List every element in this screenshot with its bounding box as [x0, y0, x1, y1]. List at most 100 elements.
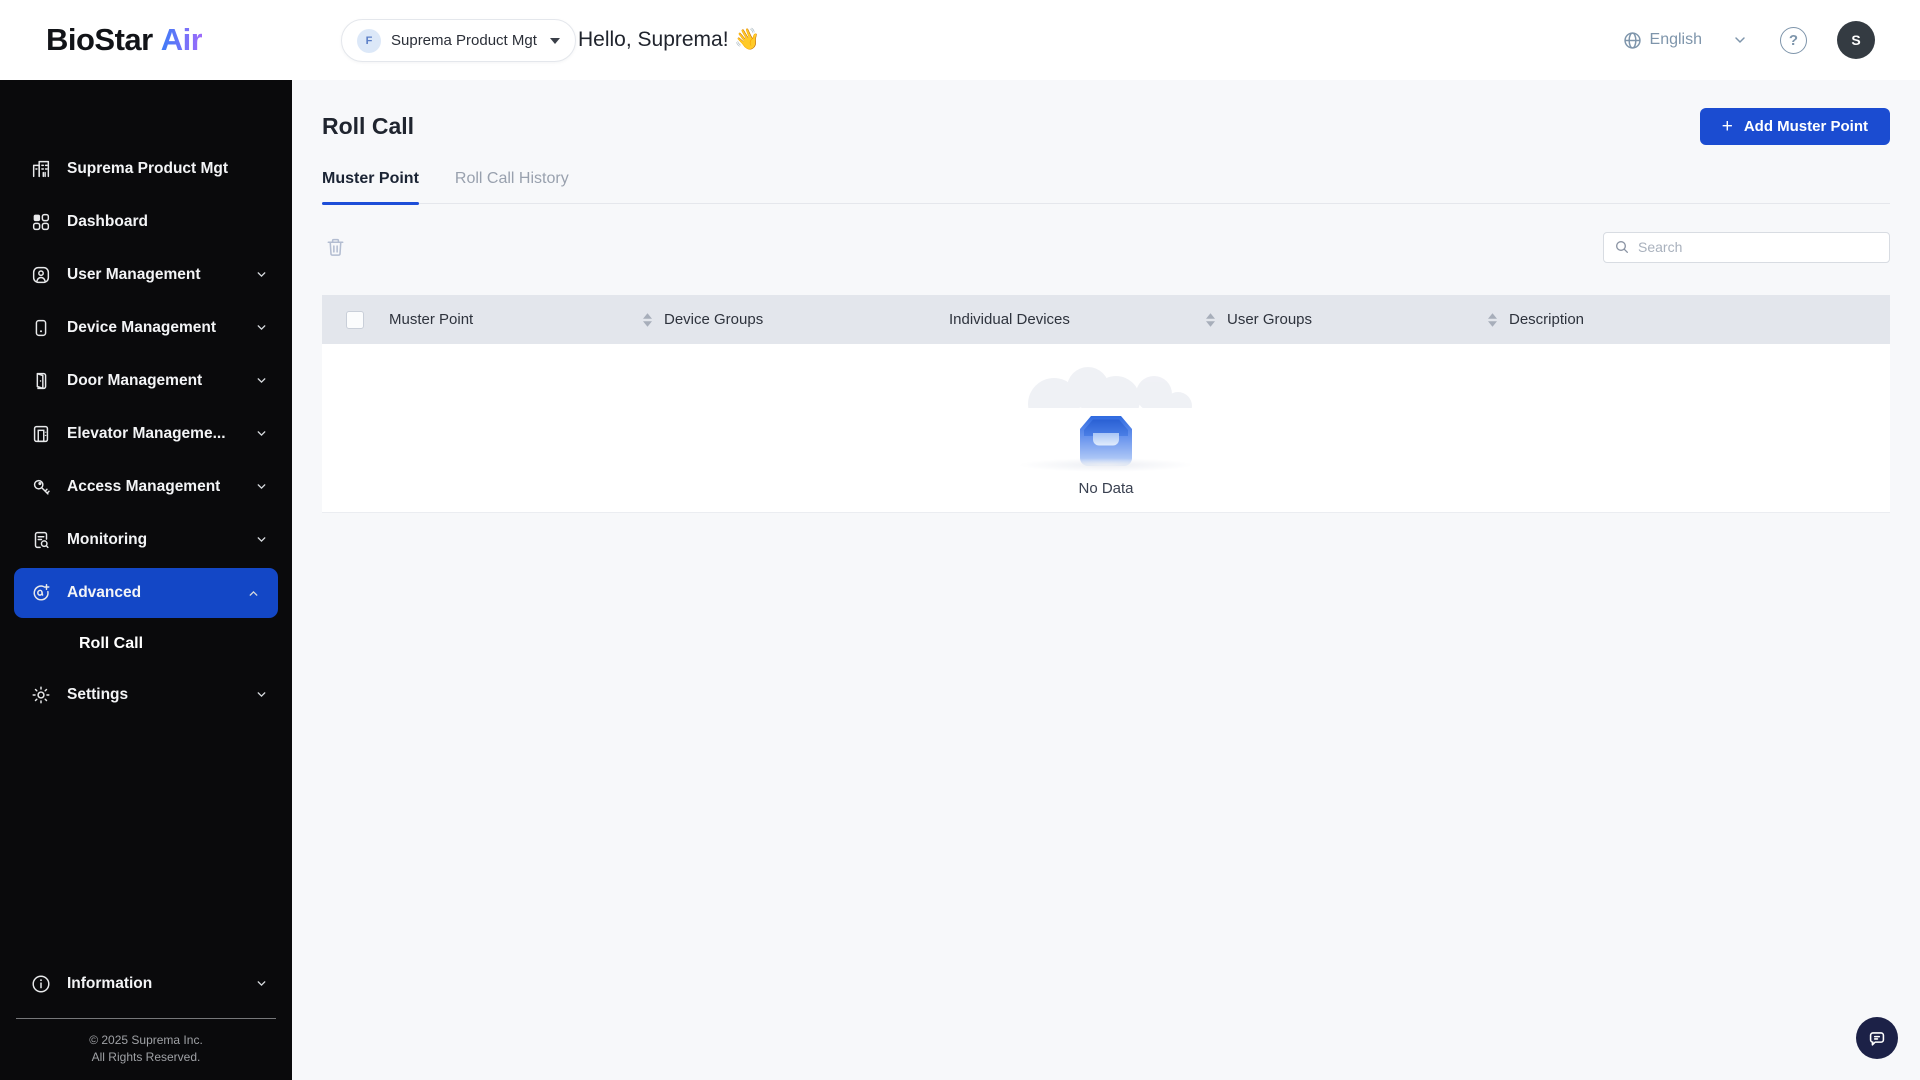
organization-selector[interactable]: F Suprema Product Mgt: [341, 19, 576, 62]
advanced-icon: [30, 582, 52, 604]
select-all-cell: [322, 295, 389, 344]
sidebar-divider: [16, 1018, 276, 1019]
sort-icon[interactable]: [643, 313, 652, 327]
sidebar-item-label: Advanced: [67, 584, 141, 602]
user-avatar[interactable]: S: [1837, 21, 1875, 59]
device-icon: [30, 317, 52, 339]
sidebar-nav: Suprema Product Mgt Dashboard User Manag…: [0, 80, 292, 721]
copyright-line-2: All Rights Reserved.: [0, 1049, 292, 1066]
globe-icon: [1622, 30, 1643, 51]
main-content: Roll Call + Add Muster Point Muster Poin…: [292, 80, 1920, 1080]
chevron-down-icon[interactable]: [1732, 32, 1748, 48]
column-label: Device Groups: [664, 311, 763, 328]
sidebar-footer: Information © 2025 Suprema Inc. All Righ…: [0, 957, 292, 1080]
greeting-text: Hello, Suprema! 👋: [578, 28, 761, 52]
organization-badge: F: [357, 29, 381, 53]
tab-muster-point[interactable]: Muster Point: [322, 170, 419, 203]
gear-icon: [30, 684, 52, 706]
table-header-row: Muster Point Device Groups Individual De…: [322, 295, 1890, 344]
add-muster-point-button[interactable]: + Add Muster Point: [1700, 108, 1890, 145]
sidebar-item-suprema-product-mgt[interactable]: Suprema Product Mgt: [0, 142, 292, 195]
sidebar-item-user-management[interactable]: User Management: [0, 248, 292, 301]
monitoring-icon: [30, 529, 52, 551]
sidebar-item-settings[interactable]: Settings: [0, 668, 292, 721]
sidebar-subitem-roll-call[interactable]: Roll Call: [0, 620, 292, 668]
sidebar-item-label: Dashboard: [67, 213, 148, 231]
column-label: Muster Point: [389, 311, 473, 328]
building-icon: [30, 158, 52, 180]
chevron-down-icon: [255, 321, 268, 334]
sidebar-item-elevator-management[interactable]: Elevator Manageme...: [0, 407, 292, 460]
tab-bar: Muster Point Roll Call History: [322, 170, 1890, 204]
trash-icon: [324, 236, 347, 259]
key-icon: [30, 476, 52, 498]
chevron-down-icon: [255, 480, 268, 493]
table-toolbar: [322, 230, 1890, 264]
avatar-initial: S: [1851, 32, 1860, 48]
sidebar-item-monitoring[interactable]: Monitoring: [0, 513, 292, 566]
chevron-down-icon: [255, 374, 268, 387]
sidebar: Suprema Product Mgt Dashboard User Manag…: [0, 80, 292, 1080]
help-button[interactable]: ?: [1780, 27, 1807, 54]
sidebar-item-label: Access Management: [67, 478, 220, 496]
logo-text-air: Air: [161, 22, 203, 57]
tab-roll-call-history[interactable]: Roll Call History: [455, 170, 569, 203]
sidebar-item-device-management[interactable]: Device Management: [0, 301, 292, 354]
copyright-text: © 2025 Suprema Inc. All Rights Reserved.: [0, 1032, 292, 1066]
chevron-down-icon: [255, 688, 268, 701]
page-title: Roll Call: [322, 113, 414, 140]
sidebar-item-label: Suprema Product Mgt: [67, 160, 228, 178]
sidebar-item-label: Settings: [67, 686, 128, 704]
chevron-down-icon: [255, 533, 268, 546]
sidebar-item-label: Door Management: [67, 372, 202, 390]
column-label: Description: [1509, 311, 1584, 328]
add-muster-point-label: Add Muster Point: [1744, 118, 1868, 135]
sidebar-item-label: Information: [67, 975, 152, 993]
column-header-user-groups[interactable]: User Groups: [1227, 295, 1509, 344]
sidebar-item-door-management[interactable]: Door Management: [0, 354, 292, 407]
delete-button[interactable]: [322, 234, 348, 260]
topbar: BioStarAir F Suprema Product Mgt Hello, …: [0, 0, 1920, 80]
app-logo: BioStarAir: [46, 22, 202, 58]
sidebar-item-advanced[interactable]: Advanced: [14, 568, 278, 618]
table-body-empty-state: No Data: [322, 344, 1890, 513]
copyright-line-1: © 2025 Suprema Inc.: [0, 1032, 292, 1049]
empty-state-text: No Data: [322, 480, 1890, 497]
chat-bubble-icon: [1866, 1027, 1888, 1049]
search-icon: [1614, 239, 1630, 255]
search-box: [1603, 232, 1890, 263]
chevron-down-icon: [550, 38, 560, 44]
column-header-device-groups[interactable]: Device Groups: [664, 295, 949, 344]
column-header-description[interactable]: Description: [1509, 295, 1890, 344]
chevron-down-icon: [255, 427, 268, 440]
search-input[interactable]: [1638, 239, 1879, 255]
sidebar-item-dashboard[interactable]: Dashboard: [0, 195, 292, 248]
chat-support-button[interactable]: [1856, 1017, 1898, 1059]
plus-icon: +: [1722, 117, 1733, 136]
sort-icon[interactable]: [1206, 313, 1215, 327]
muster-point-table: Muster Point Device Groups Individual De…: [322, 295, 1890, 513]
elevator-icon: [30, 423, 52, 445]
chevron-down-icon: [255, 268, 268, 281]
info-icon: [30, 973, 52, 995]
language-selector[interactable]: English: [1622, 30, 1702, 51]
sidebar-item-label: Elevator Manageme...: [67, 425, 226, 443]
organization-name: Suprema Product Mgt: [391, 32, 537, 49]
question-mark-glyph: ?: [1789, 32, 1798, 49]
door-icon: [30, 370, 52, 392]
select-all-checkbox[interactable]: [346, 311, 364, 329]
topbar-actions: English ? S: [1622, 0, 1875, 80]
chevron-up-icon: [247, 587, 260, 600]
sidebar-item-label: Device Management: [67, 319, 216, 337]
column-header-muster-point[interactable]: Muster Point: [389, 295, 664, 344]
sidebar-item-label: Monitoring: [67, 531, 147, 549]
column-header-individual-devices[interactable]: Individual Devices: [949, 295, 1227, 344]
sort-icon[interactable]: [1488, 313, 1497, 327]
sidebar-subitem-label: Roll Call: [79, 635, 143, 653]
sidebar-item-access-management[interactable]: Access Management: [0, 460, 292, 513]
sidebar-item-information[interactable]: Information: [0, 957, 292, 1010]
user-icon: [30, 264, 52, 286]
empty-state-shadow: [1018, 458, 1194, 472]
language-label: English: [1650, 31, 1702, 49]
logo-text-biostar: BioStar: [46, 22, 153, 57]
